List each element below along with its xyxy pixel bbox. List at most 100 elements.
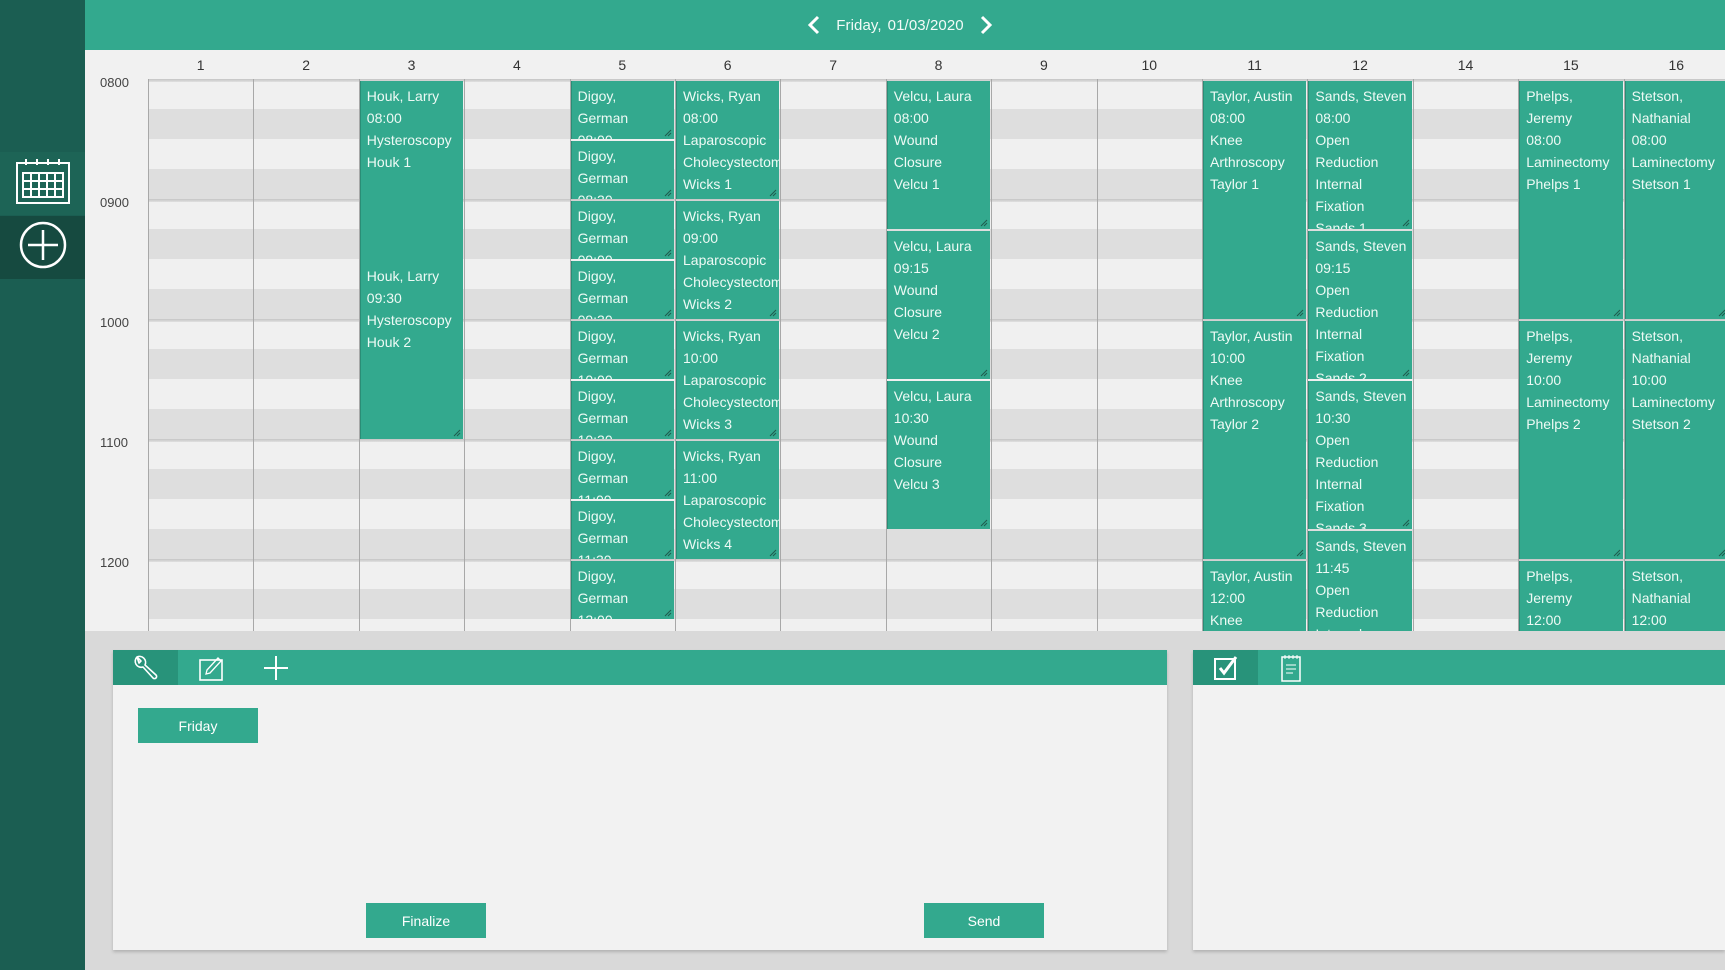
resize-grip-icon[interactable] — [664, 489, 672, 497]
resize-grip-icon[interactable] — [664, 309, 672, 317]
resize-grip-icon[interactable] — [1613, 549, 1621, 557]
tool-edit[interactable] — [178, 650, 243, 685]
resize-grip-icon[interactable] — [769, 429, 777, 437]
resize-grip-icon[interactable] — [1296, 309, 1304, 317]
column-header: 7 — [829, 57, 837, 73]
resize-grip-icon[interactable] — [980, 369, 988, 377]
column-divider — [148, 79, 149, 631]
appointment-block[interactable]: Sands, Steven 09:15 Open Reduction Internal F… — [1308, 231, 1412, 379]
appointment-text: Houk, Larry — [366, 268, 440, 284]
appointment-block[interactable]: Phelps,Jeremy12:00LaminectomyPhelps 3 — [1519, 561, 1623, 631]
notes-toolbar — [1193, 650, 1725, 685]
appointment-block[interactable]: Stetson, Nathanial 08:00 Laminectomy Stetson… — [1624, 81, 1725, 319]
resize-grip-icon[interactable] — [453, 429, 461, 437]
time-label: 0900 — [100, 195, 129, 210]
resize-grip-icon[interactable] — [664, 549, 672, 557]
appointment-text: Fixation — [1315, 198, 1365, 214]
resize-grip-icon[interactable] — [664, 429, 672, 437]
appointment-block[interactable]: Sands, Steven 10:30 Open Reduction Internal F… — [1308, 381, 1412, 529]
appointment-block[interactable]: Digoy, German 09:30 — [570, 261, 674, 319]
appointment-text: Laminectomy — [1631, 154, 1715, 170]
tool-notes[interactable] — [1258, 650, 1323, 685]
appointment-block[interactable]: Digoy, German 11:00 — [570, 441, 674, 499]
appointment-text: 09:30 — [366, 290, 402, 306]
resize-grip-icon[interactable] — [1613, 309, 1621, 317]
appointment-block[interactable]: Digoy, German 10:00 — [570, 321, 674, 379]
appointment-text: Arthroscopy — [1210, 154, 1285, 170]
appointment-block[interactable]: Stetson, Nathanial 10:00 Laminectomy Stetson… — [1624, 321, 1725, 559]
resize-grip-icon[interactable] — [1296, 549, 1304, 557]
column-header: 10 — [1141, 57, 1158, 73]
appointment-block[interactable]: Wicks, Ryan 09:00 Laparoscopic Cholecystect… — [676, 201, 780, 319]
appointment-block[interactable]: Digoy, German 09:00 — [570, 201, 674, 259]
appointment-block[interactable]: Digoy, German 11:30 — [570, 501, 674, 559]
appointment-block[interactable]: Digoy, German 12:00 — [570, 561, 674, 619]
appointment-text: Cholecystectomy — [683, 394, 780, 410]
resize-grip-icon[interactable] — [664, 129, 672, 137]
appointment-text: Laminectomy — [1526, 394, 1610, 410]
resize-grip-icon[interactable] — [1402, 219, 1410, 227]
resize-grip-icon[interactable] — [664, 189, 672, 197]
time-slot[interactable] — [148, 589, 1725, 619]
resize-grip-icon[interactable] — [664, 609, 672, 617]
appointment-block[interactable]: Sands, Steven11:45OpenReductionInternalF… — [1308, 531, 1412, 631]
appointment-block[interactable]: Digoy, German 08:00 — [570, 81, 674, 139]
send-button[interactable]: Send — [924, 903, 1044, 938]
appointment-text: Wicks 3 — [683, 416, 732, 432]
resize-grip-icon[interactable] — [1718, 549, 1725, 557]
time-slot[interactable] — [148, 529, 1725, 559]
resize-grip-icon[interactable] — [1718, 309, 1725, 317]
tool-add[interactable] — [243, 650, 308, 685]
appointment-block[interactable]: Stetson,Nathanial12:00LaminectomyStetson… — [1624, 561, 1725, 631]
resize-grip-icon[interactable] — [769, 189, 777, 197]
appointment-block[interactable]: Velcu, Laura 09:15 Wound Closure Velcu 2 — [886, 231, 991, 379]
tool-wrench[interactable] — [113, 650, 178, 685]
chevron-right-icon — [980, 15, 992, 35]
sidebar-item-add[interactable] — [0, 216, 85, 279]
day-button[interactable]: Friday — [138, 708, 258, 743]
resize-grip-icon[interactable] — [980, 519, 988, 527]
appointment-text: Wicks 1 — [683, 176, 732, 192]
appointment-block[interactable]: Velcu, Laura 10:30 Wound Closure Velcu 3 — [886, 381, 991, 529]
appointment-text: 10:00 — [1526, 372, 1562, 388]
appointment-text: 11:00 — [683, 470, 717, 486]
appointment-text: 09:15 — [893, 260, 929, 276]
appointment-block[interactable]: Taylor, Austin 08:00 Knee Arthroscopy Taylor… — [1203, 81, 1307, 319]
appointment-text: German — [577, 110, 629, 126]
column-divider — [991, 79, 993, 631]
appointment-block[interactable]: Digoy, German 10:30 — [570, 381, 674, 439]
resize-grip-icon[interactable] — [664, 369, 672, 377]
appointment-block[interactable]: Velcu, Laura 08:00 Wound Closure Velcu 1 — [886, 81, 991, 229]
resize-grip-icon[interactable] — [769, 309, 777, 317]
appointment-block[interactable]: Taylor, Austin 10:00 Knee Arthroscopy Taylor… — [1203, 321, 1307, 559]
appointment-block[interactable]: Phelps, Jeremy 08:00 Laminectomy Phelps 1 — [1519, 81, 1623, 319]
time-slot[interactable] — [148, 559, 1725, 589]
appointment-text: Taylor, Austin — [1210, 328, 1293, 344]
tool-checklist[interactable] — [1193, 650, 1258, 685]
appointment-block[interactable]: Sands, Steven 08:00 Open Reduction Internal F… — [1308, 81, 1412, 229]
appointment-text: Velcu 2 — [893, 326, 940, 342]
resize-grip-icon[interactable] — [1402, 369, 1410, 377]
appointment-block[interactable]: Wicks, Ryan 11:00 Laparoscopic Cholecystect… — [676, 441, 780, 559]
resize-grip-icon[interactable] — [664, 249, 672, 257]
resize-grip-icon[interactable] — [1402, 519, 1410, 527]
time-slot[interactable] — [148, 619, 1725, 631]
appointment-text: Digoy, — [577, 88, 617, 104]
resize-grip-icon[interactable] — [769, 549, 777, 557]
resize-grip-icon[interactable] — [980, 219, 988, 227]
date-label: 01/03/2020 — [887, 16, 964, 34]
sidebar-item-calendar[interactable] — [0, 152, 85, 215]
prev-day-button[interactable] — [804, 13, 824, 37]
appointment-block[interactable]: Wicks, Ryan 08:00 Laparoscopic Cholecystect… — [676, 81, 780, 199]
appointment-text: 08:00 — [1210, 110, 1246, 126]
finalize-button[interactable]: Finalize — [366, 903, 486, 938]
appointment-text: 12:00 — [1526, 612, 1562, 628]
appointment-block[interactable]: Taylor, Austin12:00KneeArthroscopyTaylor… — [1203, 561, 1307, 631]
appointment-block[interactable]: Houk, Larry 09:30 Hysteroscopy Houk 2 — [359, 261, 464, 439]
appointment-block[interactable]: Phelps, Jeremy 10:00 Laminectomy Phelps 2 — [1519, 321, 1623, 559]
appointment-text: Wicks, Ryan — [683, 88, 761, 104]
appointment-text: Knee — [1210, 372, 1243, 388]
appointment-block[interactable]: Wicks, Ryan 10:00 Laparoscopic Cholecystect… — [676, 321, 780, 439]
appointment-block[interactable]: Digoy, German 08:30 — [570, 141, 674, 199]
next-day-button[interactable] — [976, 13, 996, 37]
